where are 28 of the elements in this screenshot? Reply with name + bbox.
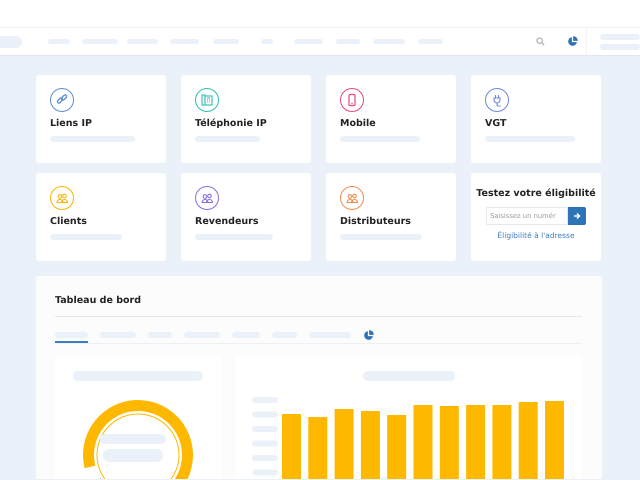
service-card[interactable]: Mobile <box>326 75 456 163</box>
bar <box>334 409 354 479</box>
submit-button[interactable] <box>568 207 586 226</box>
service-title: Clients <box>50 216 87 228</box>
pie-chart-icon[interactable] <box>363 330 374 341</box>
service-title: VGT <box>485 118 506 130</box>
service-title: Mobile <box>340 118 376 130</box>
service-title: Liens IP <box>50 118 92 130</box>
service-card[interactable]: Revendeurs <box>181 173 311 261</box>
service-card[interactable]: Téléphonie IP <box>181 75 311 163</box>
search-icon[interactable] <box>536 37 545 46</box>
pie-chart-icon[interactable] <box>567 36 578 47</box>
tab[interactable] <box>55 329 88 344</box>
service-card[interactable]: Clients <box>36 173 166 261</box>
service-title: Revendeurs <box>195 216 259 228</box>
bar <box>308 417 328 479</box>
bar <box>282 414 301 479</box>
bar <box>387 415 406 479</box>
placeholder-bar <box>100 434 166 444</box>
eligibility-title: Testez votre éligibilité <box>476 187 596 201</box>
service-card[interactable]: Distributeurs <box>326 173 456 261</box>
bar <box>360 411 380 479</box>
service-title: Téléphonie IP <box>195 118 267 130</box>
service-card[interactable]: Liens IP <box>36 75 166 163</box>
service-card[interactable]: VGT <box>471 75 601 163</box>
service-title: Distributeurs <box>340 216 411 228</box>
dashboard-title: Tableau de bord <box>55 294 142 308</box>
arrow-right-icon <box>573 212 581 220</box>
